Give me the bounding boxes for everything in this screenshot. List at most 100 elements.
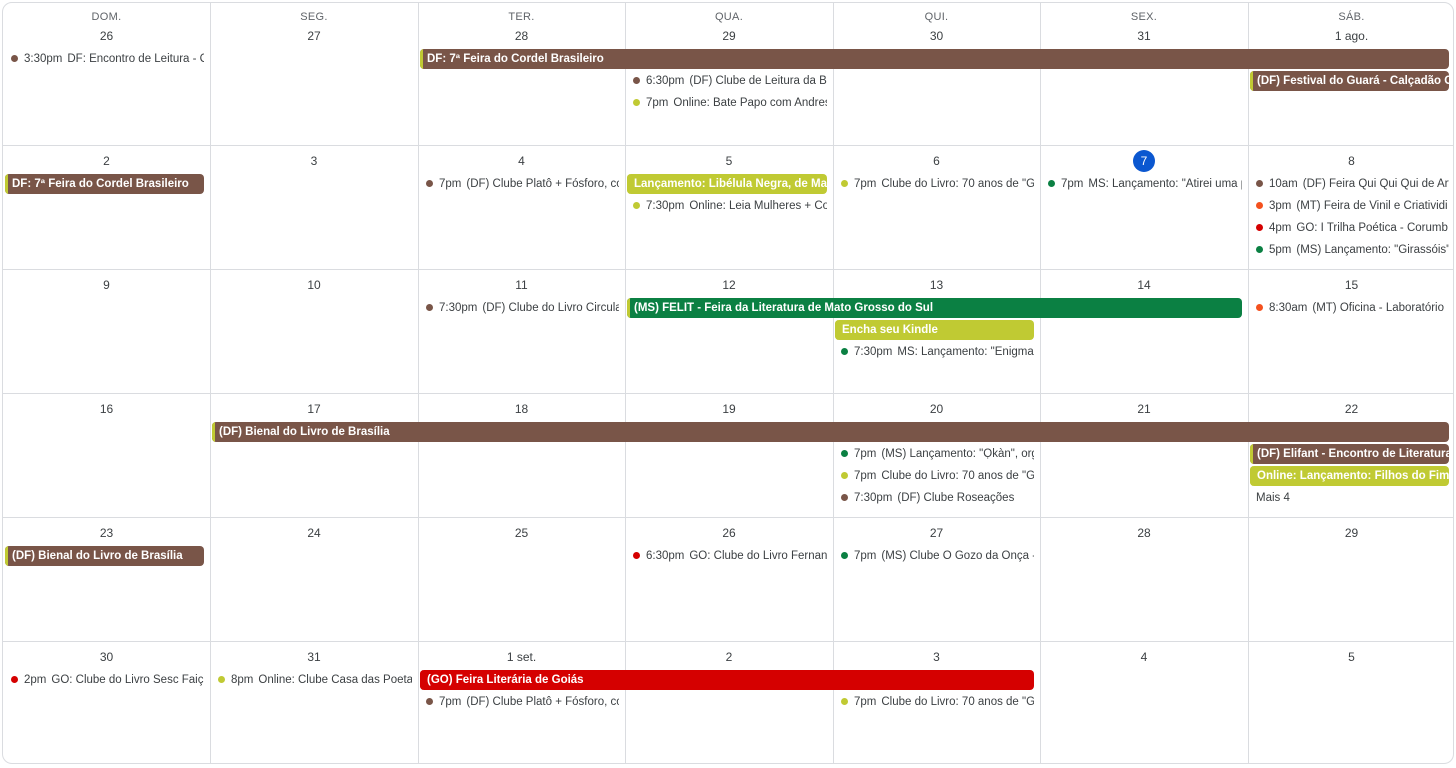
day-number[interactable]: 14 <box>1040 274 1248 296</box>
day-number[interactable]: 18 <box>418 398 625 420</box>
event-color-dot <box>11 676 18 683</box>
timed-event[interactable]: 3:30pm DF: Encontro de Leitura - C <box>7 50 204 68</box>
multi-day-event[interactable]: (DF) Bienal do Livro de Brasília <box>212 422 1449 442</box>
event-title: (DF) Clube Roseações <box>897 492 1015 504</box>
day-number[interactable]: 26 <box>3 25 210 47</box>
event-time: 7:30pm <box>439 302 478 314</box>
day-number[interactable]: 25 <box>418 522 625 544</box>
event-color-stripe <box>835 320 838 340</box>
timed-event[interactable]: 7pm (DF) Clube Platô + Fósforo, cc <box>422 175 619 193</box>
day-number[interactable]: 9 <box>3 274 210 296</box>
day-number[interactable]: 26 <box>625 522 833 544</box>
timed-event[interactable]: 7:30pm (DF) Clube do Livro Circula <box>422 299 619 317</box>
day-number[interactable]: 3 <box>833 646 1040 668</box>
event-color-dot <box>633 99 640 106</box>
multi-day-event[interactable]: Lançamento: Libélula Negra, de Mal <box>627 174 827 194</box>
timed-event[interactable]: 7pm (MS) Lançamento: "Ọkàn", org <box>837 445 1034 463</box>
day-number-today[interactable]: 7 <box>1133 150 1155 172</box>
month-calendar-grid: DOM. SEG. TER. QUA. QUI. SEX. SÁB. 26 27 28 29 30 31… <box>2 2 1454 764</box>
timed-event[interactable]: 7:30pm Online: Leia Mulheres + Co <box>629 197 827 215</box>
day-number[interactable]: 28 <box>1040 522 1248 544</box>
day-number[interactable]: 5 <box>625 150 833 172</box>
timed-event[interactable]: 7pm (DF) Clube Platô + Fósforo, cc <box>422 693 619 711</box>
multi-day-event[interactable]: Encha seu Kindle <box>835 320 1034 340</box>
timed-event[interactable]: 8pm Online: Clube Casa das Poeta <box>214 671 412 689</box>
day-number[interactable]: 30 <box>3 646 210 668</box>
day-number[interactable]: 17 <box>210 398 418 420</box>
day-number[interactable]: 2 <box>625 646 833 668</box>
day-number[interactable]: 27 <box>833 522 1040 544</box>
day-number[interactable]: 2 <box>3 150 210 172</box>
day-number[interactable]: 13 <box>833 274 1040 296</box>
timed-event[interactable]: 5pm (MS) Lançamento: "Girassóis" <box>1252 241 1449 259</box>
multi-day-event[interactable]: Online: Lançamento: Filhos do Fim c <box>1250 466 1449 486</box>
day-number[interactable]: 3 <box>210 150 418 172</box>
timed-event[interactable]: 8:30am (MT) Oficina - Laboratório <box>1252 299 1449 317</box>
day-number[interactable]: 5 <box>1248 646 1453 668</box>
day-number[interactable]: 20 <box>833 398 1040 420</box>
day-number[interactable]: 10 <box>210 274 418 296</box>
timed-event[interactable]: 7pm (MS) Clube O Gozo da Onça - <box>837 547 1034 565</box>
event-time: 8:30am <box>1269 302 1308 314</box>
day-number[interactable]: 29 <box>625 25 833 47</box>
day-number[interactable]: 6 <box>833 150 1040 172</box>
day-number[interactable]: 30 <box>833 25 1040 47</box>
day-number[interactable]: 22 <box>1248 398 1453 420</box>
event-color-dot <box>426 304 433 311</box>
multi-day-event[interactable]: DF: 7ª Feira do Cordel Brasileiro <box>420 49 1449 69</box>
day-number[interactable]: 28 <box>418 25 625 47</box>
weekday-header: TER. <box>508 11 535 23</box>
multi-day-event[interactable]: (DF) Festival do Guará - Calçadão C <box>1250 71 1449 91</box>
timed-event[interactable]: 4pm GO: I Trilha Poética - Corumb <box>1252 219 1449 237</box>
day-number[interactable]: 29 <box>1248 522 1453 544</box>
day-number[interactable]: 1 ago. <box>1248 25 1453 47</box>
timed-event[interactable]: 7:30pm MS: Lançamento: "Enigmas <box>837 343 1034 361</box>
event-title: (DF) Festival do Guará - Calçadão C <box>1257 75 1449 87</box>
day-number[interactable]: 31 <box>1040 25 1248 47</box>
timed-event[interactable]: 7pm Clube do Livro: 70 anos de "G <box>837 175 1034 193</box>
day-number[interactable]: 12 <box>625 274 833 296</box>
row-divider <box>3 269 1453 270</box>
timed-event[interactable]: 10am (DF) Feira Qui Qui Qui de Art <box>1252 175 1449 193</box>
timed-event[interactable]: 7pm Online: Bate Papo com Andres <box>629 94 827 112</box>
day-number[interactable]: 11 <box>418 274 625 296</box>
event-color-stripe <box>1250 444 1253 464</box>
day-number[interactable]: 27 <box>210 25 418 47</box>
event-time: 6:30pm <box>646 75 685 87</box>
day-number[interactable]: 4 <box>1040 646 1248 668</box>
row-divider <box>3 145 1453 146</box>
timed-event[interactable]: 7pm Clube do Livro: 70 anos de "G <box>837 467 1034 485</box>
day-number[interactable]: 21 <box>1040 398 1248 420</box>
day-number[interactable]: 1 set. <box>418 646 625 668</box>
multi-day-event[interactable]: DF: 7ª Feira do Cordel Brasileiro <box>5 174 204 194</box>
timed-event[interactable]: 7pm MS: Lançamento: "Atirei uma p <box>1044 175 1242 193</box>
event-title: MS: Lançamento: "Atirei uma p <box>1088 178 1242 190</box>
day-number[interactable]: 23 <box>3 522 210 544</box>
day-number[interactable]: 8 <box>1248 150 1453 172</box>
event-color-dot <box>426 698 433 705</box>
timed-event[interactable]: 7pm Clube do Livro: 70 anos de "G <box>837 693 1034 711</box>
day-number[interactable]: 19 <box>625 398 833 420</box>
event-time: 5pm <box>1269 244 1292 256</box>
event-time: 7pm <box>854 178 877 190</box>
event-color-dot <box>841 348 848 355</box>
multi-day-event[interactable]: (MS) FELIT - Feira da Literatura de Mato… <box>627 298 1242 318</box>
timed-event[interactable]: 6:30pm (DF) Clube de Leitura da B <box>629 72 827 90</box>
timed-event[interactable]: 3pm (MT) Feira de Vinil e Criatividi <box>1252 197 1449 215</box>
timed-event[interactable]: 6:30pm GO: Clube do Livro Fernan <box>629 547 827 565</box>
event-color-dot <box>1256 180 1263 187</box>
timed-event[interactable]: 7:30pm (DF) Clube Roseações <box>837 489 1034 507</box>
weekday-header: SÁB. <box>1338 11 1365 23</box>
day-number[interactable]: 16 <box>3 398 210 420</box>
event-title: DF: 7ª Feira do Cordel Brasileiro <box>12 178 189 190</box>
day-number[interactable]: 24 <box>210 522 418 544</box>
day-number[interactable]: 15 <box>1248 274 1453 296</box>
day-number[interactable]: 4 <box>418 150 625 172</box>
multi-day-event[interactable]: (DF) Elifant - Encontro de Literatura <box>1250 444 1449 464</box>
day-number[interactable]: 31 <box>210 646 418 668</box>
multi-day-event[interactable]: (GO) Feira Literária de Goiás <box>420 670 1034 690</box>
multi-day-event[interactable]: (DF) Bienal do Livro de Brasília <box>5 546 204 566</box>
event-color-dot <box>1256 202 1263 209</box>
more-events-link[interactable]: Mais 4 <box>1256 489 1290 507</box>
timed-event[interactable]: 2pm GO: Clube do Livro Sesc Faiça <box>7 671 204 689</box>
